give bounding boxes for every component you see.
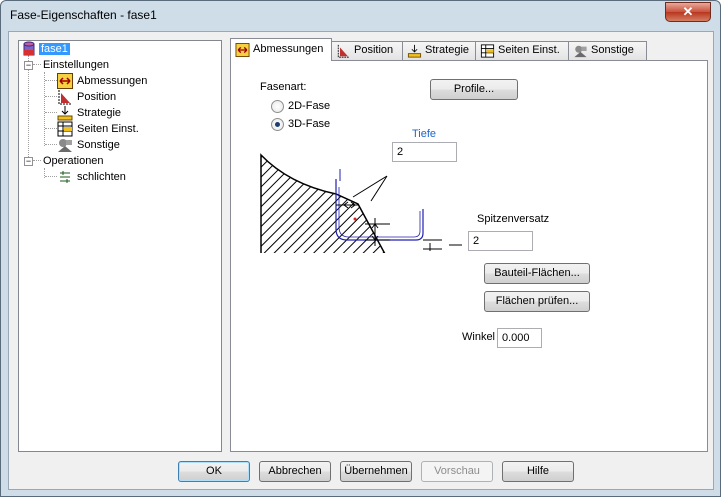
tab-abmessungen[interactable]: Abmessungen xyxy=(230,38,332,61)
dimensions-icon xyxy=(57,73,73,89)
misc-icon xyxy=(58,139,72,152)
tab-sonstige[interactable]: Sonstige xyxy=(568,41,647,60)
part-surfaces-button[interactable]: Bauteil-Flächen... xyxy=(484,263,590,284)
strategy-icon xyxy=(57,106,73,121)
position-icon xyxy=(337,44,350,58)
side-settings-icon xyxy=(57,121,73,137)
tree-line xyxy=(33,160,41,161)
radio-3d-label: 3D-Fase xyxy=(288,118,331,130)
tree-line xyxy=(45,112,57,113)
radio-2d-chamfer[interactable] xyxy=(271,100,284,113)
tab-position[interactable]: Position xyxy=(331,41,403,60)
tree-line xyxy=(44,72,45,146)
tree-item-schlichten[interactable]: schlichten xyxy=(57,169,128,185)
angle-input[interactable]: 0.000 xyxy=(497,328,542,348)
dialog-client: fase1 − Einstellungen Abmessungen Positi… xyxy=(8,31,714,490)
help-button[interactable]: Hilfe xyxy=(502,461,574,482)
tip-offset-input[interactable]: 2 xyxy=(468,231,533,251)
apply-button[interactable]: Übernehmen xyxy=(340,461,412,482)
tree-line xyxy=(45,96,57,97)
chamfer-diagram xyxy=(260,153,462,253)
collapse-settings-toggle[interactable]: − xyxy=(24,61,33,70)
tab-strategie[interactable]: Strategie xyxy=(402,41,476,60)
preview-button[interactable]: Vorschau xyxy=(421,461,493,482)
tree-item-position[interactable]: Position xyxy=(57,89,118,105)
tree-line xyxy=(45,176,57,177)
ok-button[interactable]: OK xyxy=(178,461,250,482)
radio-2d-label: 2D-Fase xyxy=(288,100,331,112)
tree-item-abmessungen[interactable]: Abmessungen xyxy=(57,73,149,89)
title-bar[interactable]: Fase-Eigenschaften - fase1 ✕ xyxy=(1,1,720,31)
tip-offset-label: Spitzenversatz xyxy=(477,213,550,225)
tree-item-operationen[interactable]: Operationen xyxy=(41,153,106,169)
window-title: Fase-Eigenschaften - fase1 xyxy=(10,8,157,22)
close-button[interactable]: ✕ xyxy=(665,2,711,22)
misc-icon xyxy=(574,45,587,58)
tree-item-strategie[interactable]: Strategie xyxy=(57,105,123,121)
tree-line xyxy=(45,144,57,145)
tree-item-einstellungen[interactable]: Einstellungen xyxy=(41,57,111,73)
finishing-operation-icon xyxy=(60,171,70,183)
radio-3d-chamfer[interactable] xyxy=(271,118,284,131)
strategy-icon xyxy=(407,44,422,58)
dimensions-icon xyxy=(235,43,250,57)
tab-panel-abmessungen: Fasenart: Profile... 2D-Fase 3D-Fase Tie… xyxy=(230,60,708,452)
angle-label: Winkel xyxy=(462,331,496,343)
chamfer-type-label: Fasenart: xyxy=(260,81,307,93)
side-settings-icon xyxy=(480,44,495,58)
tree-line xyxy=(45,80,57,81)
tree-line xyxy=(45,128,57,129)
profiles-button[interactable]: Profile... xyxy=(430,79,518,100)
tree-item-sonstige[interactable]: Sonstige xyxy=(57,137,122,153)
dialog-window: Fase-Eigenschaften - fase1 ✕ fase1 − Ein… xyxy=(0,0,721,497)
tab-seiten-einst[interactable]: Seiten Einst. xyxy=(475,41,569,60)
position-icon xyxy=(58,90,72,105)
tree-item-fase1[interactable]: fase1 xyxy=(21,41,70,57)
check-surfaces-button[interactable]: Flächen prüfen... xyxy=(484,291,590,312)
collapse-operations-toggle[interactable]: − xyxy=(24,157,33,166)
chamfer-feature-icon xyxy=(23,41,35,56)
tree-item-seiten-einst[interactable]: Seiten Einst. xyxy=(57,121,141,137)
cancel-button[interactable]: Abbrechen xyxy=(259,461,331,482)
tree-line xyxy=(33,64,41,65)
tree-line xyxy=(28,55,29,161)
settings-tree[interactable]: fase1 − Einstellungen Abmessungen Positi… xyxy=(18,40,222,452)
